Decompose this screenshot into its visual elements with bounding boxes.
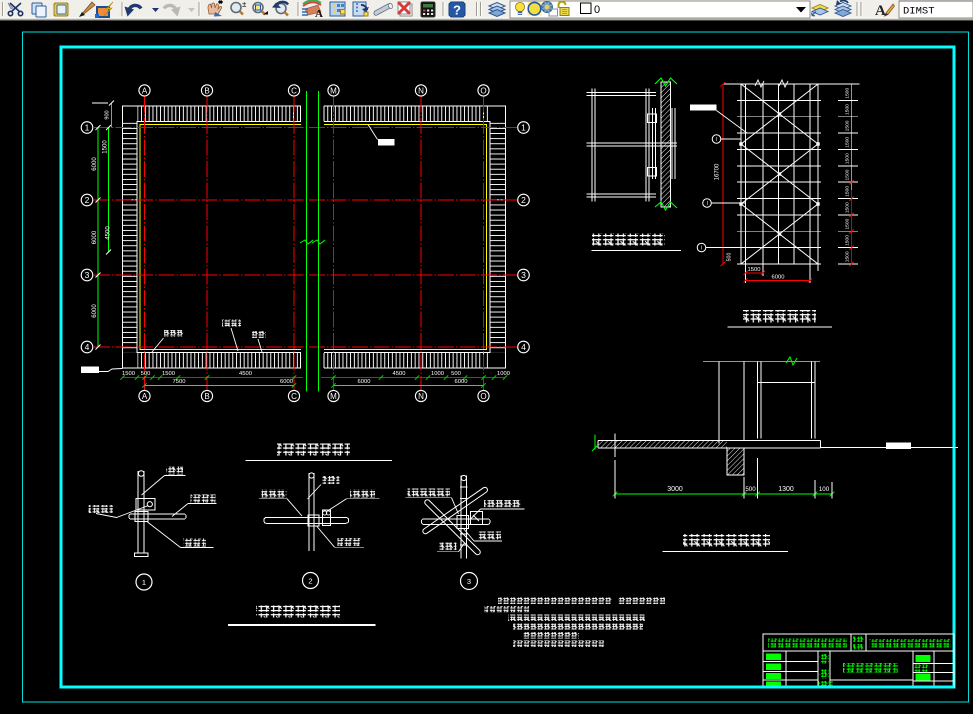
svg-text:3000: 3000 xyxy=(667,486,683,493)
svg-text:100: 100 xyxy=(819,486,830,493)
svg-text:6000: 6000 xyxy=(455,379,468,385)
svg-text:M: M xyxy=(330,86,337,95)
svg-text:6000: 6000 xyxy=(92,304,98,318)
svg-text:2: 2 xyxy=(308,577,312,586)
svg-text:1500: 1500 xyxy=(844,169,850,180)
svg-text:?: ? xyxy=(453,3,461,18)
svg-text:2: 2 xyxy=(521,195,526,205)
svg-text:16700: 16700 xyxy=(715,163,721,180)
svg-text:1500: 1500 xyxy=(844,104,850,115)
svg-text:1500: 1500 xyxy=(103,140,109,154)
svg-text:DIMST: DIMST xyxy=(903,6,935,18)
svg-text:6000: 6000 xyxy=(772,275,785,281)
svg-text:B: B xyxy=(204,392,209,401)
svg-text:1000: 1000 xyxy=(431,371,444,377)
svg-text:1500: 1500 xyxy=(844,120,850,131)
svg-text:1500: 1500 xyxy=(844,137,850,148)
svg-text:500: 500 xyxy=(451,371,461,377)
svg-text:1500: 1500 xyxy=(844,202,850,213)
svg-text:B: B xyxy=(204,86,209,95)
svg-text:O: O xyxy=(480,392,486,401)
svg-text:500: 500 xyxy=(745,486,756,493)
svg-text:1300: 1300 xyxy=(778,486,794,493)
svg-text:0: 0 xyxy=(594,4,600,16)
svg-text:1500: 1500 xyxy=(844,186,850,197)
svg-text:500: 500 xyxy=(727,253,733,262)
svg-text:6000: 6000 xyxy=(92,157,98,171)
svg-text:6000: 6000 xyxy=(358,379,371,385)
svg-text:1500: 1500 xyxy=(162,371,175,377)
svg-text:1500: 1500 xyxy=(844,235,850,246)
svg-text:1500: 1500 xyxy=(844,218,850,229)
svg-text:1500: 1500 xyxy=(844,87,850,98)
svg-text:6000: 6000 xyxy=(92,230,98,244)
svg-text:1: 1 xyxy=(521,123,526,133)
svg-text:4500: 4500 xyxy=(393,371,406,377)
svg-text:N: N xyxy=(418,86,424,95)
svg-text:±: ± xyxy=(242,0,247,9)
svg-text:3: 3 xyxy=(85,270,90,280)
svg-text:1: 1 xyxy=(142,578,146,587)
svg-text:O: O xyxy=(480,86,486,95)
svg-text:900: 900 xyxy=(105,110,111,119)
svg-text:4500: 4500 xyxy=(239,371,252,377)
svg-text:6000: 6000 xyxy=(280,379,293,385)
svg-text:A: A xyxy=(142,392,148,401)
svg-text:1500: 1500 xyxy=(748,267,761,273)
svg-text:1000: 1000 xyxy=(497,371,510,377)
svg-text:1500: 1500 xyxy=(844,251,850,262)
svg-text:4500: 4500 xyxy=(106,226,112,240)
svg-text:C: C xyxy=(291,86,297,95)
svg-text:A: A xyxy=(875,3,886,19)
svg-text:7500: 7500 xyxy=(173,379,186,385)
svg-text:1500: 1500 xyxy=(844,153,850,164)
svg-text:1: 1 xyxy=(85,123,90,133)
svg-text:4: 4 xyxy=(521,342,526,352)
svg-text:2: 2 xyxy=(85,195,90,205)
svg-text:4: 4 xyxy=(85,342,90,352)
svg-text:A: A xyxy=(142,86,148,95)
svg-text:3: 3 xyxy=(521,270,526,280)
svg-text:3: 3 xyxy=(467,577,471,586)
svg-text:C: C xyxy=(291,392,297,401)
svg-text:M: M xyxy=(330,392,337,401)
svg-text:A: A xyxy=(315,8,323,20)
svg-text:N: N xyxy=(418,392,424,401)
